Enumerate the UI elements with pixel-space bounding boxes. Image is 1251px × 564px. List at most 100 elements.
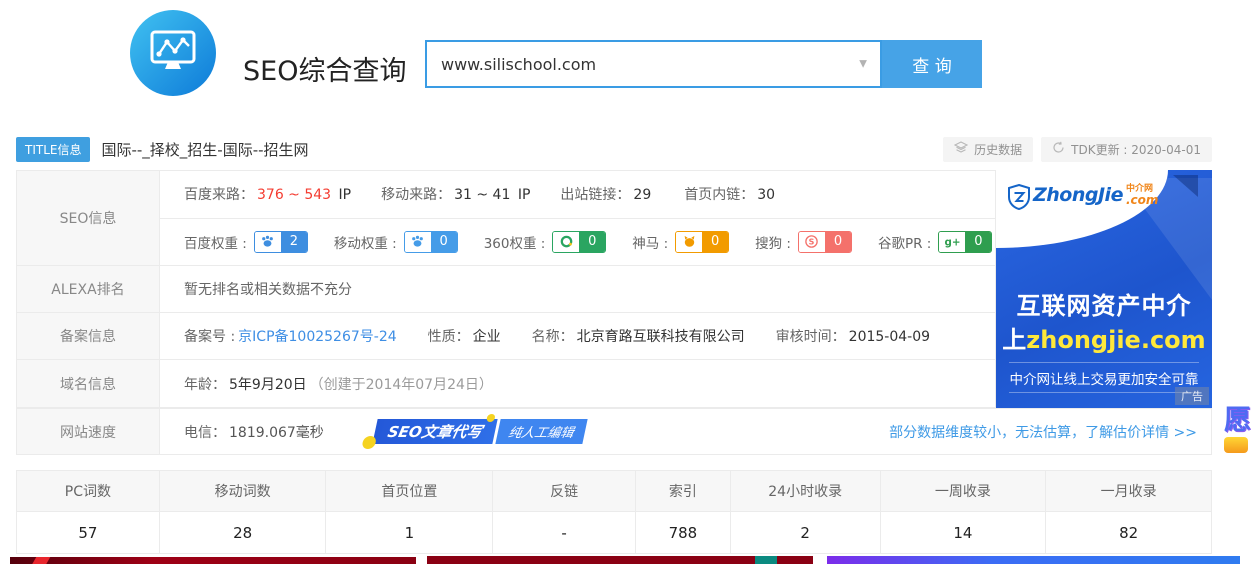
google-pr-badge[interactable]: g+ 0 <box>938 231 992 253</box>
shenma-cat-icon <box>676 232 702 252</box>
beian-audit-date: 审核时间：2015-04-09 <box>776 326 933 346</box>
stats-col-header: PC词数 <box>17 471 159 511</box>
google-pr: 谷歌PR : g+ 0 <box>878 231 992 253</box>
zhongjie-shield-icon <box>1008 184 1030 214</box>
beian-row: 备案信息 备案号 :京ICP备10025267号-24 性质：企业 名称：北京育… <box>16 313 996 360</box>
stats-value-row: 57 28 1 - 788 2 14 82 <box>17 512 1211 553</box>
domain-input-wrap: ▼ <box>425 40 882 88</box>
stats-col-header: 反链 <box>492 471 635 511</box>
stats-value[interactable]: 2 <box>730 512 880 553</box>
baidu-paw-icon <box>255 232 281 252</box>
sogou-weight-badge[interactable]: S 0 <box>798 231 852 253</box>
seo-article-promo-banner[interactable]: SEO文章代写 纯人工编辑 <box>372 419 587 444</box>
mobile-weight-badge[interactable]: 0 <box>404 231 458 253</box>
query-button[interactable]: 查 询 <box>882 40 982 88</box>
beian-number-link[interactable]: 京ICP备10025267号-24 <box>238 329 396 345</box>
promo-left-label: SEO文章代写 <box>372 419 497 444</box>
stats-header-row: PC词数 移动词数 首页位置 反链 索引 24小时收录 一周收录 一月收录 <box>17 471 1211 512</box>
chevron-down-icon[interactable]: ▼ <box>859 59 867 70</box>
baidu-weight: 百度权重 : 2 <box>184 231 308 253</box>
stats-value[interactable]: 1 <box>325 512 492 553</box>
bottom-ad-strip[interactable] <box>427 556 813 564</box>
mobile-weight: 移动权重 : 0 <box>334 231 458 253</box>
history-data-button[interactable]: 历史数据 <box>943 137 1033 162</box>
seo-info-row: SEO信息 百度来路：376 ~ 543 IP 移动来路：31 ~ 41 IP … <box>16 170 996 266</box>
sogou-weight: 搜狗 : S 0 <box>755 231 852 253</box>
site-title-text: 国际--_择校_招生-国际--招生网 <box>101 139 308 160</box>
stats-value[interactable]: 14 <box>880 512 1046 553</box>
seo-info-table: SEO信息 百度来路：376 ~ 543 IP 移动来路：31 ~ 41 IP … <box>16 170 996 408</box>
speed-row-label: 网站速度 <box>17 409 160 454</box>
ad-label: 广告 <box>1175 387 1209 405</box>
svg-text:g+: g+ <box>945 237 960 249</box>
zhongjie-ad-banner[interactable]: ZhongJie 中介网 .com 互联网资产中介 上zhongjie.com … <box>996 170 1212 408</box>
stats-col-header: 一月收录 <box>1045 471 1211 511</box>
tdk-update-label: TDK更新 : 2020-04-01 <box>1071 141 1201 158</box>
360-weight: 360权重 : 0 <box>484 231 607 253</box>
shenma-weight: 神马 : 0 <box>632 231 729 253</box>
beian-number: 备案号 :京ICP备10025267号-24 <box>184 326 400 346</box>
stats-value: - <box>492 512 635 553</box>
layers-icon <box>954 141 968 157</box>
google-plus-icon: g+ <box>939 232 965 252</box>
domain-row: 域名信息 年龄： 5年9月20日 （创建于2014年07月24日） <box>16 360 996 408</box>
domain-input[interactable] <box>427 42 880 86</box>
shenma-weight-badge[interactable]: 0 <box>675 231 729 253</box>
stats-value[interactable]: 82 <box>1045 512 1211 553</box>
ad-headline: 互联网资产中介 <box>996 286 1212 321</box>
strip-accent <box>755 556 777 564</box>
speed-row: 网站速度 电信： 1819.067毫秒 SEO文章代写 纯人工编辑 部分数据维度… <box>16 408 1212 455</box>
stats-col-header: 移动词数 <box>159 471 326 511</box>
beian-nature: 性质：企业 <box>428 326 504 346</box>
bottom-ad-strip[interactable] <box>10 557 416 564</box>
domain-row-label: 域名信息 <box>17 360 160 407</box>
floating-widget-decoration <box>1224 437 1248 453</box>
stats-value[interactable]: 57 <box>17 512 159 553</box>
tdk-update-button[interactable]: TDK更新 : 2020-04-01 <box>1041 137 1212 162</box>
traffic-subrow: 百度来路：376 ~ 543 IP 移动来路：31 ~ 41 IP 出站链接：2… <box>160 171 995 219</box>
site-logo[interactable] <box>130 10 216 96</box>
history-data-label: 历史数据 <box>974 141 1022 158</box>
homepage-inlinks: 首页内链：30 <box>684 184 778 204</box>
domain-age-value: 5年9月20日 <box>229 374 307 394</box>
telecom-label: 电信： <box>184 422 226 442</box>
ad-slogan: 中介网让线上交易更加安全可靠 <box>996 368 1212 388</box>
beian-company: 名称：北京育路互联科技有限公司 <box>532 326 748 346</box>
domain-age-label: 年龄： <box>184 374 226 394</box>
stats-value[interactable]: 788 <box>635 512 730 553</box>
promo-dot <box>361 436 377 449</box>
floating-promo-widget[interactable]: 愿 <box>1224 406 1251 453</box>
keyword-stats-table: PC词数 移动词数 首页位置 反链 索引 24小时收录 一周收录 一月收录 57… <box>16 470 1212 554</box>
refresh-icon <box>1052 141 1065 157</box>
stats-col-header: 索引 <box>635 471 730 511</box>
360-weight-badge[interactable]: 0 <box>552 231 606 253</box>
title-info-badge: TITLE信息 <box>16 137 90 162</box>
page-title: SEO综合查询 <box>243 49 406 88</box>
estimate-details-link[interactable]: 部分数据维度较小，无法估算，了解估价详情 >> <box>889 422 1197 442</box>
baidu-traffic: 百度来路：376 ~ 543 IP <box>184 184 351 204</box>
search-box: ▼ 查 询 <box>425 40 982 88</box>
strip-accent <box>32 557 51 564</box>
stats-col-header: 一周收录 <box>880 471 1046 511</box>
stats-col-header: 24小时收录 <box>730 471 880 511</box>
mobile-traffic: 移动来路：31 ~ 41 IP <box>381 184 530 204</box>
sogou-s-icon: S <box>799 232 825 252</box>
ad-brand-com: .com <box>1126 194 1158 206</box>
svg-text:S: S <box>809 238 815 247</box>
seo-query-page: SEO综合查询 ▼ 查 询 TITLE信息 国际--_择校_招生-国际--招生网… <box>0 0 1251 564</box>
outbound-links: 出站链接：29 <box>560 184 654 204</box>
baidu-weight-badge[interactable]: 2 <box>254 231 308 253</box>
stats-value[interactable]: 28 <box>159 512 326 553</box>
title-bar-actions: 历史数据 TDK更新 : 2020-04-01 <box>943 137 1212 162</box>
baidu-paw-icon <box>405 232 431 252</box>
360-ring-icon <box>553 232 579 252</box>
seo-info-row-label: SEO信息 <box>17 171 160 265</box>
ad-divider <box>1009 392 1199 393</box>
alexa-row-label: ALEXA排名 <box>17 266 160 312</box>
ad-domain-line: 上zhongjie.com <box>996 320 1212 355</box>
domain-created-note: （创建于2014年07月24日） <box>310 374 493 394</box>
monitor-chart-icon <box>148 27 198 79</box>
stats-col-header: 首页位置 <box>325 471 492 511</box>
bottom-ad-strip[interactable] <box>827 556 1240 564</box>
ad-divider <box>1009 362 1199 363</box>
